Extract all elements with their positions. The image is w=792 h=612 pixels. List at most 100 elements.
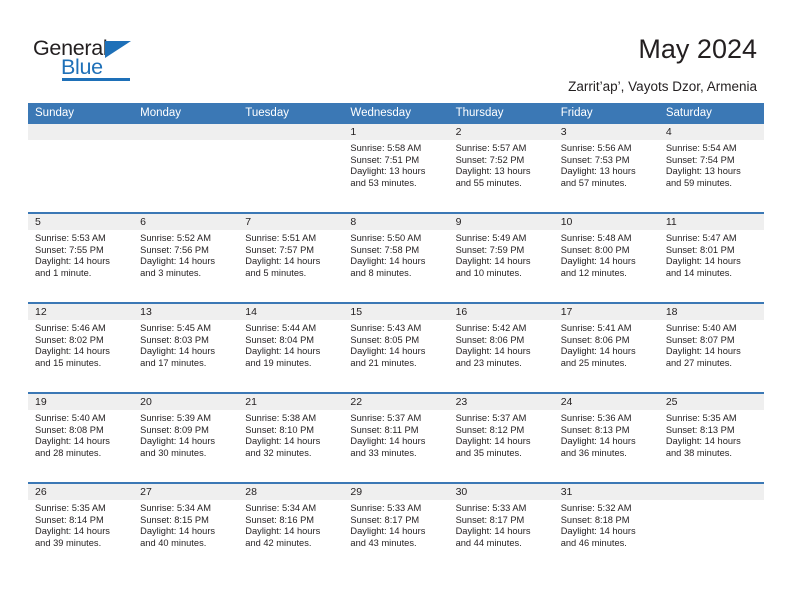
calendar-day-cell[interactable]: 1 Sunrise: 5:58 AM Sunset: 7:51 PM Daylight…: [343, 124, 449, 213]
day-cell-inner: [658, 484, 764, 572]
calendar-day-cell[interactable]: 22 Sunrise: 5:37 AM Sunset: 8:11 PM Dayligh…: [343, 392, 449, 483]
day-cell-details: Sunrise: 5:35 AM Sunset: 8:13 PM Daylight:…: [659, 410, 764, 460]
daylight-text: Daylight: 14 hours and 28 minutes.: [35, 436, 110, 459]
calendar-day-cell[interactable]: 11 Sunrise: 5:47 AM Sunset: 8:01 PM Dayligh…: [658, 212, 764, 303]
day-number: [28, 124, 134, 140]
day-cell-inner: 9 Sunrise: 5:49 AM Sunset: 7:59 PM Daylight…: [448, 214, 554, 302]
day-cell-details: Sunrise: 5:37 AM Sunset: 8:11 PM Daylight:…: [343, 410, 448, 460]
day-cell-inner: 8 Sunrise: 5:50 AM Sunset: 7:58 PM Daylight…: [343, 214, 449, 302]
sunrise-text: Sunrise: 5:51 AM: [245, 233, 317, 243]
calendar-day-cell[interactable]: 20 Sunrise: 5:39 AM Sunset: 8:09 PM Dayligh…: [133, 392, 239, 483]
day-cell-details: Sunrise: 5:43 AM Sunset: 8:05 PM Daylight:…: [343, 320, 448, 370]
calendar-day-cell[interactable]: 31 Sunrise: 5:32 AM Sunset: 8:18 PM Dayligh…: [553, 482, 659, 572]
sunset-text: Sunset: 7:52 PM: [455, 154, 525, 165]
day-number: 31: [553, 484, 659, 500]
sunset-text: Sunset: 8:11 PM: [350, 424, 419, 435]
day-cell-inner: 3 Sunrise: 5:56 AM Sunset: 7:53 PM Daylight…: [553, 124, 659, 212]
day-number: 22: [343, 394, 449, 410]
day-number: 19: [28, 394, 134, 410]
day-number: [658, 484, 764, 500]
day-cell-inner: 17 Sunrise: 5:41 AM Sunset: 8:06 PM Dayligh…: [553, 304, 659, 392]
brand-logo[interactable]: General Blue: [33, 36, 153, 84]
day-cell-details: Sunrise: 5:41 AM Sunset: 8:06 PM Daylight:…: [554, 320, 659, 370]
daylight-text: Daylight: 14 hours and 35 minutes.: [455, 436, 531, 459]
day-cell-details: Sunrise: 5:40 AM Sunset: 8:08 PM Daylight:…: [28, 410, 133, 460]
day-cell-inner: 24 Sunrise: 5:36 AM Sunset: 8:13 PM Dayligh…: [553, 394, 659, 482]
day-cell-details: Sunrise: 5:44 AM Sunset: 8:04 PM Daylight:…: [238, 320, 343, 370]
sunrise-text: Sunrise: 5:42 AM: [455, 323, 527, 333]
day-cell-inner: [238, 124, 344, 212]
day-cell-details: Sunrise: 5:56 AM Sunset: 7:53 PM Daylight:…: [554, 140, 659, 190]
daylight-text: Daylight: 14 hours and 23 minutes.: [455, 346, 531, 369]
sunset-text: Sunset: 8:17 PM: [350, 514, 420, 525]
sunrise-text: Sunrise: 5:50 AM: [350, 233, 422, 243]
daylight-text: Daylight: 13 hours and 53 minutes.: [350, 166, 426, 189]
sunrise-text: Sunrise: 5:33 AM: [455, 503, 527, 513]
triangle-icon: [105, 41, 131, 58]
calendar-day-cell[interactable]: 2 Sunrise: 5:57 AM Sunset: 7:52 PM Daylight…: [448, 124, 554, 213]
day-number: 11: [658, 214, 764, 230]
calendar-day-cell[interactable]: 24 Sunrise: 5:36 AM Sunset: 8:13 PM Dayligh…: [553, 392, 659, 483]
day-number: 16: [448, 304, 554, 320]
day-number: 12: [28, 304, 134, 320]
day-cell-inner: 10 Sunrise: 5:48 AM Sunset: 8:00 PM Dayligh…: [553, 214, 659, 302]
day-cell-details: Sunrise: 5:34 AM Sunset: 8:16 PM Daylight:…: [238, 500, 343, 550]
calendar-day-cell[interactable]: 23 Sunrise: 5:37 AM Sunset: 8:12 PM Dayligh…: [448, 392, 554, 483]
day-cell-details: Sunrise: 5:53 AM Sunset: 7:55 PM Daylight:…: [28, 230, 133, 280]
calendar-day-cell[interactable]: 19 Sunrise: 5:40 AM Sunset: 8:08 PM Dayligh…: [28, 392, 134, 483]
logo-underline: [62, 78, 130, 81]
calendar-day-cell[interactable]: 26 Sunrise: 5:35 AM Sunset: 8:14 PM Dayligh…: [28, 482, 134, 572]
calendar-day-cell[interactable]: 18 Sunrise: 5:40 AM Sunset: 8:07 PM Dayligh…: [658, 302, 764, 393]
daylight-text: Daylight: 14 hours and 44 minutes.: [455, 526, 531, 549]
calendar-day-cell[interactable]: 6 Sunrise: 5:52 AM Sunset: 7:56 PM Daylight…: [133, 212, 239, 303]
day-number: 5: [28, 214, 134, 230]
day-number: 13: [133, 304, 239, 320]
sunset-text: Sunset: 7:57 PM: [245, 244, 315, 255]
calendar-day-cell[interactable]: 16 Sunrise: 5:42 AM Sunset: 8:06 PM Dayligh…: [448, 302, 554, 393]
day-cell-inner: 28 Sunrise: 5:34 AM Sunset: 8:16 PM Dayligh…: [238, 484, 344, 572]
day-cell-details: Sunrise: 5:48 AM Sunset: 8:00 PM Daylight:…: [554, 230, 659, 280]
day-number: 17: [553, 304, 659, 320]
day-number: 7: [238, 214, 344, 230]
calendar-day-cell[interactable]: 14 Sunrise: 5:44 AM Sunset: 8:04 PM Dayligh…: [238, 302, 344, 393]
weekday-header-wednesday: Wednesday: [343, 103, 449, 124]
sunrise-text: Sunrise: 5:53 AM: [35, 233, 106, 243]
sunrise-text: Sunrise: 5:37 AM: [455, 413, 527, 423]
calendar-day-cell[interactable]: 10 Sunrise: 5:48 AM Sunset: 8:00 PM Dayligh…: [553, 212, 659, 303]
day-cell-details: Sunrise: 5:52 AM Sunset: 7:56 PM Daylight:…: [133, 230, 238, 280]
calendar-day-cell[interactable]: 12 Sunrise: 5:46 AM Sunset: 8:02 PM Dayligh…: [28, 302, 134, 393]
calendar-day-cell[interactable]: 30 Sunrise: 5:33 AM Sunset: 8:17 PM Dayligh…: [448, 482, 554, 572]
sunrise-text: Sunrise: 5:45 AM: [140, 323, 211, 333]
calendar-day-cell[interactable]: 5 Sunrise: 5:53 AM Sunset: 7:55 PM Daylight…: [28, 212, 134, 303]
sunrise-text: Sunrise: 5:49 AM: [455, 233, 527, 243]
sunset-text: Sunset: 8:06 PM: [560, 334, 630, 345]
calendar-day-cell[interactable]: 7 Sunrise: 5:51 AM Sunset: 7:57 PM Daylight…: [238, 212, 344, 303]
weekday-header-sunday: Sunday: [28, 103, 134, 124]
sunset-text: Sunset: 8:18 PM: [560, 514, 630, 525]
calendar-day-cell[interactable]: 4 Sunrise: 5:54 AM Sunset: 7:54 PM Daylight…: [658, 124, 764, 213]
calendar-day-cell[interactable]: 28 Sunrise: 5:34 AM Sunset: 8:16 PM Dayligh…: [238, 482, 344, 572]
calendar-day-cell[interactable]: 17 Sunrise: 5:41 AM Sunset: 8:06 PM Dayligh…: [553, 302, 659, 393]
day-cell-inner: 19 Sunrise: 5:40 AM Sunset: 8:08 PM Dayligh…: [28, 394, 134, 482]
sunset-text: Sunset: 8:09 PM: [140, 424, 209, 435]
calendar-day-cell[interactable]: 15 Sunrise: 5:43 AM Sunset: 8:05 PM Dayligh…: [343, 302, 449, 393]
calendar-day-cell[interactable]: 29 Sunrise: 5:33 AM Sunset: 8:17 PM Dayligh…: [343, 482, 449, 572]
calendar-day-cell[interactable]: 9 Sunrise: 5:49 AM Sunset: 7:59 PM Daylight…: [448, 212, 554, 303]
sunset-text: Sunset: 7:54 PM: [665, 154, 735, 165]
daylight-text: Daylight: 14 hours and 8 minutes.: [350, 256, 426, 279]
calendar-day-cell[interactable]: 25 Sunrise: 5:35 AM Sunset: 8:13 PM Dayligh…: [658, 392, 764, 483]
sunrise-text: Sunrise: 5:34 AM: [245, 503, 317, 513]
calendar-day-cell[interactable]: 21 Sunrise: 5:38 AM Sunset: 8:10 PM Dayligh…: [238, 392, 344, 483]
day-number: 30: [448, 484, 554, 500]
day-cell-details: Sunrise: 5:54 AM Sunset: 7:54 PM Daylight:…: [659, 140, 764, 190]
day-cell-details: Sunrise: 5:50 AM Sunset: 7:58 PM Daylight:…: [343, 230, 448, 280]
daylight-text: Daylight: 14 hours and 5 minutes.: [245, 256, 321, 279]
calendar-day-cell[interactable]: 27 Sunrise: 5:34 AM Sunset: 8:15 PM Dayligh…: [133, 482, 239, 572]
calendar-day-cell[interactable]: 13 Sunrise: 5:45 AM Sunset: 8:03 PM Dayligh…: [133, 302, 239, 393]
weekday-header-friday: Friday: [553, 103, 659, 124]
calendar-day-cell[interactable]: 8 Sunrise: 5:50 AM Sunset: 7:58 PM Daylight…: [343, 212, 449, 303]
sunrise-text: Sunrise: 5:56 AM: [560, 143, 632, 153]
day-cell-details: Sunrise: 5:33 AM Sunset: 8:17 PM Daylight:…: [343, 500, 448, 550]
calendar-day-cell[interactable]: 3 Sunrise: 5:56 AM Sunset: 7:53 PM Daylight…: [553, 124, 659, 213]
daylight-text: Daylight: 14 hours and 36 minutes.: [560, 436, 636, 459]
